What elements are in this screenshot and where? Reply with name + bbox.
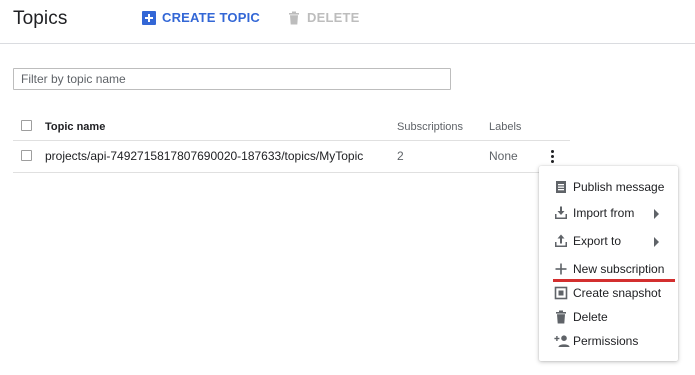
row-checkbox[interactable] <box>21 150 32 161</box>
submenu-arrow-icon <box>654 237 659 247</box>
menu-item-label: Create snapshot <box>573 286 662 300</box>
trash-icon <box>287 11 301 25</box>
import-icon <box>554 206 568 220</box>
publish-icon <box>554 180 568 194</box>
menu-item-export-to[interactable]: Export to <box>539 230 678 252</box>
add-person-icon <box>554 334 570 348</box>
menu-item-publish-message[interactable]: Publish message <box>539 176 678 198</box>
menu-item-label: Publish message <box>573 180 665 194</box>
labels-value: None <box>489 149 518 163</box>
submenu-arrow-icon <box>654 209 659 219</box>
menu-item-label: Delete <box>573 310 608 324</box>
column-header-subscriptions: Subscriptions <box>397 121 464 133</box>
highlight-underline <box>553 279 675 282</box>
menu-item-label: Import from <box>573 206 635 220</box>
menu-item-new-subscription[interactable]: New subscription <box>539 258 678 280</box>
plus-icon <box>554 262 568 276</box>
create-topic-label: CREATE TOPIC <box>162 10 260 25</box>
filter-topics-input[interactable] <box>13 68 451 90</box>
menu-item-label: Export to <box>573 234 622 248</box>
page-title: Topics <box>13 8 68 29</box>
menu-item-import-from[interactable]: Import from <box>539 202 678 224</box>
subscriptions-count: 2 <box>397 149 404 163</box>
menu-item-permissions[interactable]: Permissions <box>539 330 678 352</box>
menu-item-label: New subscription <box>573 262 665 276</box>
column-header-labels: Labels <box>489 121 522 133</box>
create-topic-button[interactable]: CREATE TOPIC <box>142 10 260 25</box>
table-row-divider <box>13 172 540 173</box>
row-actions-menu: Publish message Import from Export to Ne… <box>539 166 678 361</box>
menu-item-delete[interactable]: Delete <box>539 306 678 328</box>
delete-button[interactable]: DELETE <box>287 10 359 25</box>
export-icon <box>554 234 568 248</box>
menu-item-create-snapshot[interactable]: Create snapshot <box>539 282 678 304</box>
more-actions-icon[interactable] <box>548 148 558 166</box>
snapshot-icon <box>554 286 568 300</box>
add-box-icon <box>142 10 156 25</box>
column-header-topic-name[interactable]: Topic name <box>45 121 105 133</box>
header-divider <box>0 43 695 44</box>
select-all-checkbox[interactable] <box>21 120 32 131</box>
menu-item-label: Permissions <box>573 334 639 348</box>
delete-label: DELETE <box>307 10 360 25</box>
trash-icon <box>554 310 568 324</box>
topic-name-link[interactable]: projects/api-7492715817807690020-187633/… <box>45 149 363 163</box>
